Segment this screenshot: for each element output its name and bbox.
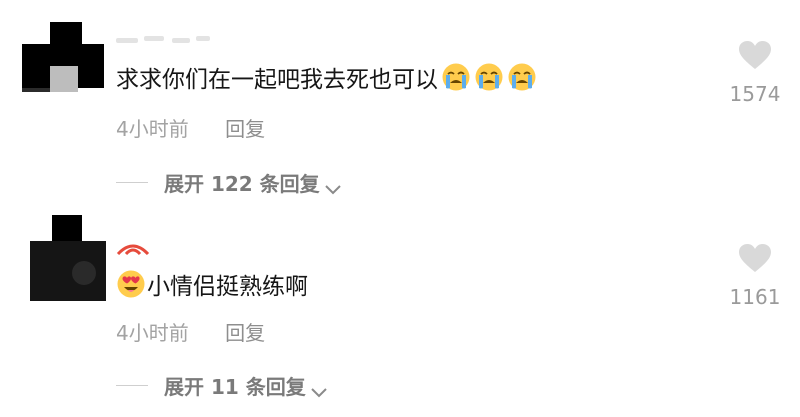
comment-meta: 4小时前 回复 <box>116 113 265 142</box>
divider-line <box>116 182 148 183</box>
avatar-shape <box>72 261 96 285</box>
username-cropped[interactable] <box>116 240 150 256</box>
heart-icon <box>739 41 771 69</box>
expand-replies-label: 展开 122 条回复 <box>164 172 320 196</box>
comment-time: 4小时前 <box>116 117 189 141</box>
heart-eyes-face-icon <box>116 269 146 299</box>
comment-item: 求求你们在一起吧我去死也可以 4小时前 回复 展开 122 条回复 1574 <box>0 0 800 205</box>
loudly-crying-face-icon <box>507 62 537 92</box>
comment-text: 求求你们在一起吧我去死也可以 <box>116 67 438 93</box>
divider-line <box>116 385 148 386</box>
avatar[interactable] <box>22 215 106 301</box>
loudly-crying-face-icon <box>474 62 504 92</box>
avatar[interactable] <box>22 22 104 92</box>
expand-replies-button[interactable]: 展开 11 条回复 <box>116 371 328 400</box>
loudly-crying-face-icon <box>441 62 471 92</box>
like-count: 1161 <box>729 285 781 309</box>
comment-item: 小情侣挺熟练啊 4小时前 回复 展开 11 条回复 1161 <box>0 205 800 417</box>
expand-replies-button[interactable]: 展开 122 条回复 <box>116 168 342 197</box>
comment-text-row: 小情侣挺熟练啊 <box>116 267 308 301</box>
like-count: 1574 <box>729 82 781 106</box>
like-button[interactable]: 1161 <box>720 243 790 309</box>
comment-time: 4小时前 <box>116 321 189 345</box>
reply-button[interactable]: 回复 <box>225 117 265 141</box>
comment-text-row: 求求你们在一起吧我去死也可以 <box>116 60 537 94</box>
heart-icon <box>739 244 771 272</box>
reply-button[interactable]: 回复 <box>225 321 265 345</box>
like-button[interactable]: 1574 <box>720 40 790 106</box>
chevron-down-icon <box>324 177 342 194</box>
avatar-shape <box>50 66 78 92</box>
comment-meta: 4小时前 回复 <box>116 317 265 346</box>
avatar-shape <box>52 215 82 241</box>
username-cropped[interactable] <box>116 30 216 44</box>
expand-replies-label: 展开 11 条回复 <box>164 375 306 399</box>
comment-text: 小情侣挺熟练啊 <box>147 274 308 300</box>
chevron-down-icon <box>310 380 328 397</box>
avatar-shape <box>50 22 82 44</box>
